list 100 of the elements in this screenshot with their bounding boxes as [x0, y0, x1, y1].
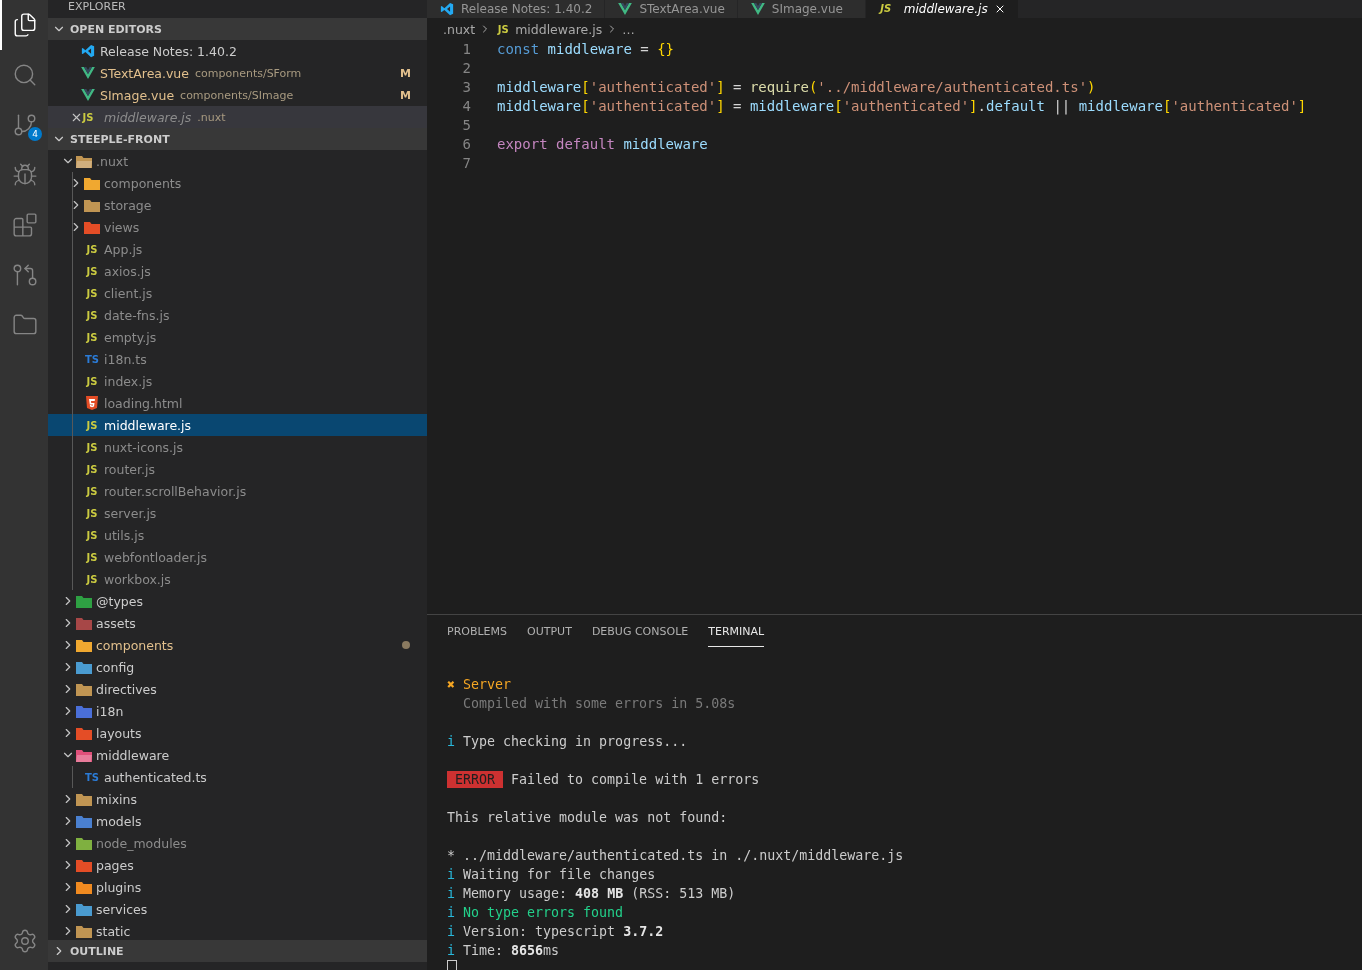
file-row[interactable]: JS empty.js	[48, 326, 427, 348]
breadcrumb[interactable]: middleware.js	[515, 21, 603, 37]
file-name: middleware.js	[104, 109, 192, 125]
file-row[interactable]: JS webfontloader.js	[48, 546, 427, 568]
file-row[interactable]: JS middleware.js	[48, 414, 427, 436]
editor-tab[interactable]: Release Notes: 1.40.2	[427, 0, 606, 18]
script-file-icon: JS	[84, 309, 100, 321]
file-name: workbox.js	[104, 571, 171, 587]
branch-icon[interactable]	[12, 112, 38, 138]
folder-row[interactable]: config	[48, 656, 427, 678]
file-name: components	[104, 175, 182, 191]
terminal-line: i Memory usage: 408 MB (RSS: 513 MB)	[447, 886, 736, 901]
folder-row[interactable]: components	[48, 634, 427, 656]
panel-tab[interactable]: TERMINAL	[708, 625, 765, 647]
code-line: middleware['authenticated'] = middleware['authenticated'].default || middleware['authenticated']	[497, 97, 1307, 116]
file-row[interactable]: JS App.js	[48, 238, 427, 260]
file-name: assets	[96, 615, 136, 631]
file-row[interactable]: JS workbox.js	[48, 568, 427, 590]
editor-tab[interactable]: STextArea.vue	[605, 0, 738, 18]
file-name: .nuxt	[96, 153, 129, 169]
file-row[interactable]: JS router.scrollBehavior.js	[48, 480, 427, 502]
terminal-line: ERROR Failed to compile with 1 errors	[447, 771, 760, 788]
file-path: components/SImage	[180, 88, 294, 102]
line-number: 3	[461, 78, 472, 97]
file-row[interactable]: JS utils.js	[48, 524, 427, 546]
folder-row[interactable]: node_modules	[48, 832, 427, 854]
folder-row[interactable]: layouts	[48, 722, 427, 744]
folder-row[interactable]: static	[48, 920, 427, 940]
file-name: directives	[96, 681, 157, 697]
file-name: middleware	[96, 747, 170, 763]
file-row[interactable]: JS date-fns.js	[48, 304, 427, 326]
file-name: pages	[96, 857, 134, 873]
file-row[interactable]: JS router.js	[48, 458, 427, 480]
script-file-icon: JS	[84, 507, 100, 519]
files-icon[interactable]	[12, 12, 38, 38]
script-file-icon: JS	[84, 331, 100, 343]
section-header[interactable]: OUTLINE	[48, 940, 427, 962]
panel-tab[interactable]: OUTPUT	[527, 625, 572, 647]
script-file-icon: JS	[84, 551, 100, 563]
script-file-icon: JS	[84, 529, 100, 541]
pull-request-icon[interactable]	[12, 262, 38, 288]
bug-icon[interactable]	[12, 162, 38, 188]
script-file-icon: JS	[84, 243, 100, 255]
folder-row[interactable]: pages	[48, 854, 427, 876]
vue-icon	[81, 89, 95, 101]
folder-row[interactable]: .nuxt	[48, 150, 427, 172]
file-name: server.js	[104, 505, 157, 521]
panel-tab[interactable]: PROBLEMS	[447, 625, 508, 647]
folder-row[interactable]: services	[48, 898, 427, 920]
file-row[interactable]: JS axios.js	[48, 260, 427, 282]
settings-icon[interactable]	[12, 928, 38, 954]
line-number: 1	[461, 40, 472, 59]
file-name: models	[96, 813, 142, 829]
breadcrumb[interactable]: .nuxt	[443, 21, 476, 37]
folder-row[interactable]: i18n	[48, 700, 427, 722]
section-header[interactable]: STEEPLE-FRONT	[48, 128, 427, 150]
file-path: components/SForm	[194, 66, 302, 80]
file-name: components	[96, 637, 174, 653]
breadcrumb[interactable]: …	[622, 21, 635, 37]
folder-row[interactable]: @types	[48, 590, 427, 612]
file-row[interactable]: TS authenticated.ts	[48, 766, 427, 788]
folder-row[interactable]: components	[48, 172, 427, 194]
file-name: views	[104, 219, 140, 235]
file-row[interactable]: JS nuxt-icons.js	[48, 436, 427, 458]
file-name: nuxt-icons.js	[104, 439, 184, 455]
modified-dot	[402, 641, 410, 649]
file-row[interactable]: JS index.js	[48, 370, 427, 392]
line-number: 4	[461, 97, 472, 116]
script-file-icon: JS	[84, 573, 100, 585]
file-name: i18n.ts	[104, 351, 147, 367]
open-editor-item[interactable]: JS middleware.js .nuxt	[48, 106, 427, 128]
file-name: axios.js	[104, 263, 151, 279]
file-row[interactable]: JS client.js	[48, 282, 427, 304]
editor-tab[interactable]: JS middleware.js	[865, 0, 1019, 18]
folder-row[interactable]: middleware	[48, 744, 427, 766]
folder-row[interactable]: directives	[48, 678, 427, 700]
extensions-icon[interactable]	[12, 212, 38, 238]
folder-row[interactable]: plugins	[48, 876, 427, 898]
file-name: STextArea.vue	[100, 65, 189, 81]
folder-row[interactable]: assets	[48, 612, 427, 634]
folder-row[interactable]: views	[48, 216, 427, 238]
file-row[interactable]: JS server.js	[48, 502, 427, 524]
file-name: storage	[104, 197, 152, 213]
folder-row[interactable]: mixins	[48, 788, 427, 810]
open-editor-item[interactable]: STextArea.vue components/SForm M	[48, 62, 427, 84]
file-name: index.js	[104, 373, 153, 389]
section-header[interactable]: OPEN EDITORS	[48, 18, 427, 40]
line-number: 5	[461, 116, 472, 135]
editor-tab[interactable]: SImage.vue	[737, 0, 866, 18]
file-row[interactable]: TS i18n.ts	[48, 348, 427, 370]
vue-icon	[81, 67, 95, 79]
search-icon[interactable]	[12, 62, 38, 88]
folder-row[interactable]: models	[48, 810, 427, 832]
open-editor-item[interactable]: SImage.vue components/SImage M	[48, 84, 427, 106]
folder-row[interactable]: storage	[48, 194, 427, 216]
open-editor-item[interactable]: Release Notes: 1.40.2	[48, 40, 427, 62]
file-name: plugins	[96, 879, 142, 895]
sidebar-title: EXPLORER	[67, 0, 127, 15]
file-name: date-fns.js	[104, 307, 170, 323]
panel-tab[interactable]: DEBUG CONSOLE	[591, 625, 689, 647]
